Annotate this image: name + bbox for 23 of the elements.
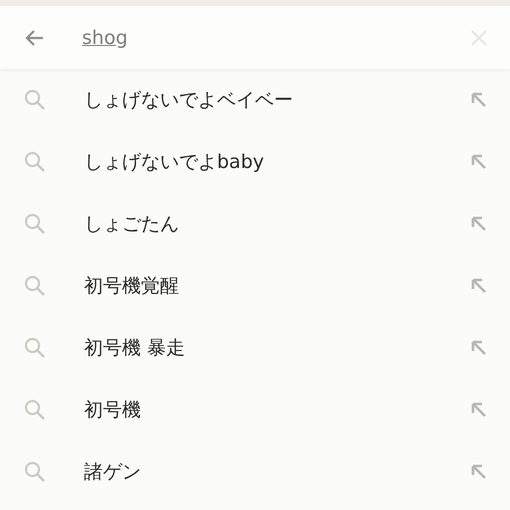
search-icon: [23, 88, 47, 112]
arrow-icon[interactable]: [470, 401, 488, 419]
suggestion-text[interactable]: 初号機覚醒: [84, 273, 470, 299]
arrow-icon[interactable]: [470, 339, 488, 357]
arrow-icon[interactable]: [470, 215, 488, 233]
arrow-icon[interactable]: [470, 153, 488, 171]
close-icon[interactable]: [470, 28, 488, 46]
search-field[interactable]: shog: [82, 26, 470, 48]
suggestion-text[interactable]: 初号機: [84, 397, 470, 423]
suggestion-text[interactable]: 初号機 暴走: [84, 335, 470, 361]
arrow-icon[interactable]: [470, 277, 488, 295]
suggestion-text[interactable]: しょげないでよベイベー: [84, 87, 470, 113]
search-icon: [23, 336, 47, 360]
search-icon: [23, 460, 47, 484]
search-icon: [23, 150, 47, 174]
suggestion-text[interactable]: しょげないでよbaby: [84, 149, 470, 175]
arrow-icon[interactable]: [470, 463, 488, 481]
search-icon: [23, 398, 47, 422]
suggestion-text[interactable]: しょごたん: [84, 211, 470, 237]
arrow-icon[interactable]: [470, 91, 488, 109]
search-icon: [23, 274, 47, 298]
search-icon: [23, 212, 47, 236]
suggestion-text[interactable]: 諸ゲン: [84, 459, 470, 485]
